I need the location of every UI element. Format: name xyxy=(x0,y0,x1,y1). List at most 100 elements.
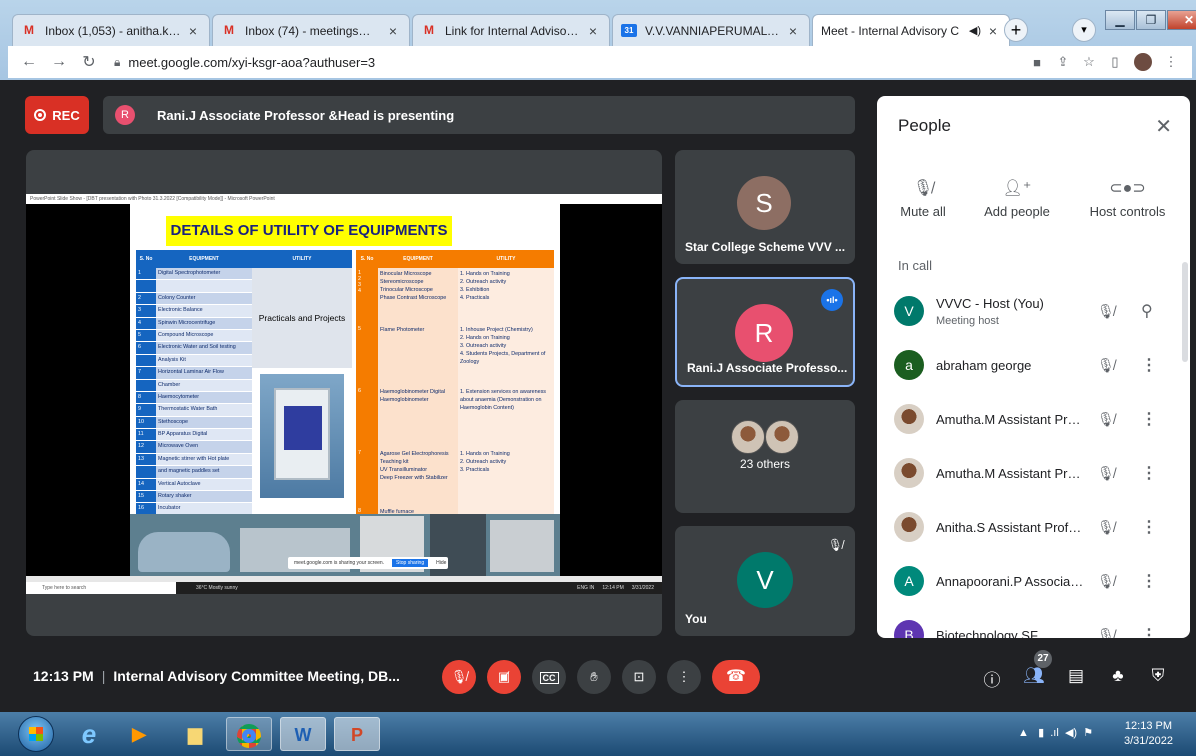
people-button[interactable]: 👥︎ xyxy=(1022,666,1046,686)
more-vert-icon[interactable]: ⋮ xyxy=(1141,571,1157,591)
captions-button[interactable]: CC xyxy=(532,660,566,694)
mute-all-button[interactable]: 🎙︎̸ Mute all xyxy=(877,178,969,219)
row-equipment: Agarose Gel Electrophoresis Teaching kit… xyxy=(378,448,458,506)
more-vert-icon: ⋮ xyxy=(677,669,691,684)
more-vert-icon[interactable]: ⋮ xyxy=(1141,625,1157,638)
stop-sharing-button[interactable]: Stop sharing xyxy=(392,559,429,567)
tab-gmail-inbox-1[interactable]: M Inbox (1,053) - anitha.karuppa × xyxy=(12,14,210,46)
file-explorer-icon[interactable]: ▆ xyxy=(172,717,218,751)
more-vert-icon[interactable]: ⋮ xyxy=(1141,463,1157,483)
participant-row[interactable]: B Biotechnology SF 🎙︎̸ ⋮ xyxy=(877,610,1190,638)
mic-toggle-button[interactable]: 🎙︎̸ xyxy=(442,660,476,694)
action-label: Mute all xyxy=(900,204,946,219)
presentation-stage[interactable]: PowerPoint Slide Show - [DBT presentatio… xyxy=(26,150,662,636)
participant-tile-others[interactable]: 23 others xyxy=(675,400,855,513)
more-vert-icon[interactable]: ⋮ xyxy=(1141,517,1157,537)
tab-gmail-inbox-2[interactable]: M Inbox (74) - meetings@vvvcoll × xyxy=(212,14,410,46)
start-button[interactable] xyxy=(18,716,54,752)
more-options-button[interactable]: ⋮ xyxy=(667,660,701,694)
close-tab-icon[interactable]: × xyxy=(585,23,601,39)
maximize-icon[interactable]: ❐ xyxy=(1136,10,1166,30)
chat-button[interactable]: ▤ xyxy=(1064,666,1088,686)
new-tab-plus-icon[interactable]: + xyxy=(1004,18,1028,42)
tab-calendar[interactable]: 31 V.V.VANNIAPERUMAL COLLEG × xyxy=(612,14,810,46)
hand-icon: ✋︎ xyxy=(590,669,598,684)
table-row xyxy=(136,280,252,293)
pin-icon[interactable]: ⚲ xyxy=(1141,301,1153,321)
participant-tile-rani[interactable]: •ıl• R Rani.J Associate Professo... xyxy=(675,277,855,387)
participant-tile-star-college[interactable]: S Star College Scheme VVV ... xyxy=(675,150,855,264)
close-tab-icon[interactable]: × xyxy=(185,23,201,39)
flag-icon[interactable]: ⚑ xyxy=(1083,727,1093,739)
browser-window-frame: M Inbox (1,053) - anitha.karuppa × M Inb… xyxy=(0,0,1196,107)
close-tab-icon[interactable]: × xyxy=(785,23,801,39)
tab-meet[interactable]: Meet - Internal Advisory C ◀) × xyxy=(20,14,1010,107)
participant-row[interactable]: V VVVC - Host (You) Meeting host 🎙︎̸ ⚲ xyxy=(877,286,1190,340)
add-people-button[interactable]: 👤︎⁺ Add people xyxy=(969,178,1065,219)
participant-row[interactable]: Amutha.M Assistant Prof... 🎙︎̸ ⋮ xyxy=(877,448,1190,502)
forward-arrow-icon[interactable]: → xyxy=(46,53,72,71)
mic-off-icon[interactable]: 🎙︎̸ xyxy=(1097,573,1115,590)
close-tab-icon[interactable]: × xyxy=(385,23,401,39)
participant-row[interactable]: a abraham george 🎙︎̸ ⋮ xyxy=(877,340,1190,394)
powerpoint-icon[interactable]: P xyxy=(334,717,380,751)
hide-button[interactable]: Hide xyxy=(436,560,446,566)
leave-call-button[interactable]: ☎︎ xyxy=(712,660,760,694)
close-window-icon[interactable]: ✕ xyxy=(1167,10,1196,30)
address-bar[interactable]: meet.google.com/xyi-ksgr-aoa?authuser=3 xyxy=(128,55,1024,70)
meeting-info-button[interactable]: ⓘ xyxy=(980,666,1004,691)
tray-arrow-icon[interactable]: ▲ xyxy=(1018,727,1029,739)
participant-row[interactable]: A Annapoorani.P Associate ... 🎙︎̸ ⋮ xyxy=(877,556,1190,610)
speaker-icon[interactable]: ◀) xyxy=(969,24,981,37)
network-icon[interactable]: ▮ xyxy=(1038,727,1044,739)
reload-icon[interactable]: ↻ xyxy=(76,52,102,72)
slide-heading: DETAILS OF UTILITY OF EQUIPMENTS xyxy=(166,216,452,246)
signal-icon[interactable]: .ıl xyxy=(1050,727,1059,739)
profile-avatar[interactable] xyxy=(1134,53,1152,71)
participant-name: Annapoorani.P Associate ... xyxy=(936,574,1084,589)
back-arrow-icon[interactable]: ← xyxy=(16,53,42,71)
host-controls-shield-button[interactable]: ⛨ xyxy=(1146,666,1170,686)
lock-icon[interactable]: 🔒︎ xyxy=(114,55,120,70)
more-vert-icon[interactable]: ⋮ xyxy=(1158,54,1184,70)
activities-button[interactable]: ♣ xyxy=(1106,666,1130,686)
panel-scrollbar[interactable] xyxy=(1182,262,1188,362)
mic-off-icon[interactable]: 🎙︎̸ xyxy=(1097,627,1115,638)
participant-tile-you[interactable]: 🎙︎̸ V You xyxy=(675,526,855,636)
participant-row[interactable]: Anitha.S Assistant Profes... 🎙︎̸ ⋮ xyxy=(877,502,1190,556)
recording-indicator[interactable]: REC xyxy=(25,96,89,134)
side-panel-icon[interactable]: ▯ xyxy=(1102,54,1128,70)
more-vert-icon[interactable]: ⋮ xyxy=(1141,355,1157,375)
participant-row[interactable]: Amutha.M Assistant Prof... 🎙︎̸ ⋮ xyxy=(877,394,1190,448)
close-tab-icon[interactable]: × xyxy=(985,23,1001,39)
host-controls-button[interactable]: ⊂●⊃ Host controls xyxy=(1065,178,1190,219)
mic-off-icon[interactable]: 🎙︎̸ xyxy=(1097,519,1115,536)
tab-gmail-link[interactable]: M Link for Internal Advisory Com × xyxy=(412,14,610,46)
bookmark-star-icon[interactable]: ☆ xyxy=(1076,54,1102,70)
present-button[interactable]: ⊡ xyxy=(622,660,656,694)
participant-name: You xyxy=(685,612,707,626)
row-number: 11 xyxy=(136,429,156,441)
more-vert-icon[interactable]: ⋮ xyxy=(1141,409,1157,429)
rec-label: REC xyxy=(52,107,80,123)
row-number: 4 xyxy=(136,317,156,329)
participant-name: Star College Scheme VVV ... xyxy=(685,240,846,254)
meeting-time: 12:13 PM xyxy=(33,668,94,684)
camera-toggle-button[interactable]: ▣̸ xyxy=(487,660,521,694)
volume-icon[interactable]: ◀) xyxy=(1065,727,1077,739)
share-icon[interactable]: ⇪ xyxy=(1050,54,1076,70)
media-player-icon[interactable]: ▶ xyxy=(116,717,162,751)
minimize-icon[interactable]: ▁ xyxy=(1105,10,1135,30)
word-icon[interactable]: W xyxy=(280,717,326,751)
close-icon[interactable]: ✕ xyxy=(1155,114,1172,139)
raise-hand-button[interactable]: ✋︎ xyxy=(577,660,611,694)
internet-explorer-icon[interactable]: e xyxy=(66,717,112,751)
camera-icon[interactable]: ■ xyxy=(1024,55,1050,70)
mic-off-icon[interactable]: 🎙︎̸ xyxy=(1097,303,1115,320)
taskbar-clock[interactable]: 12:13 PM 3/31/2022 xyxy=(1124,719,1173,749)
mic-off-icon[interactable]: 🎙︎̸ xyxy=(1097,465,1115,482)
mic-off-icon[interactable]: 🎙︎̸ xyxy=(1097,357,1115,374)
mic-off-icon[interactable]: 🎙︎̸ xyxy=(1097,411,1115,428)
chevron-down-icon[interactable]: ▾ xyxy=(1072,18,1096,42)
chrome-icon[interactable] xyxy=(226,717,272,751)
